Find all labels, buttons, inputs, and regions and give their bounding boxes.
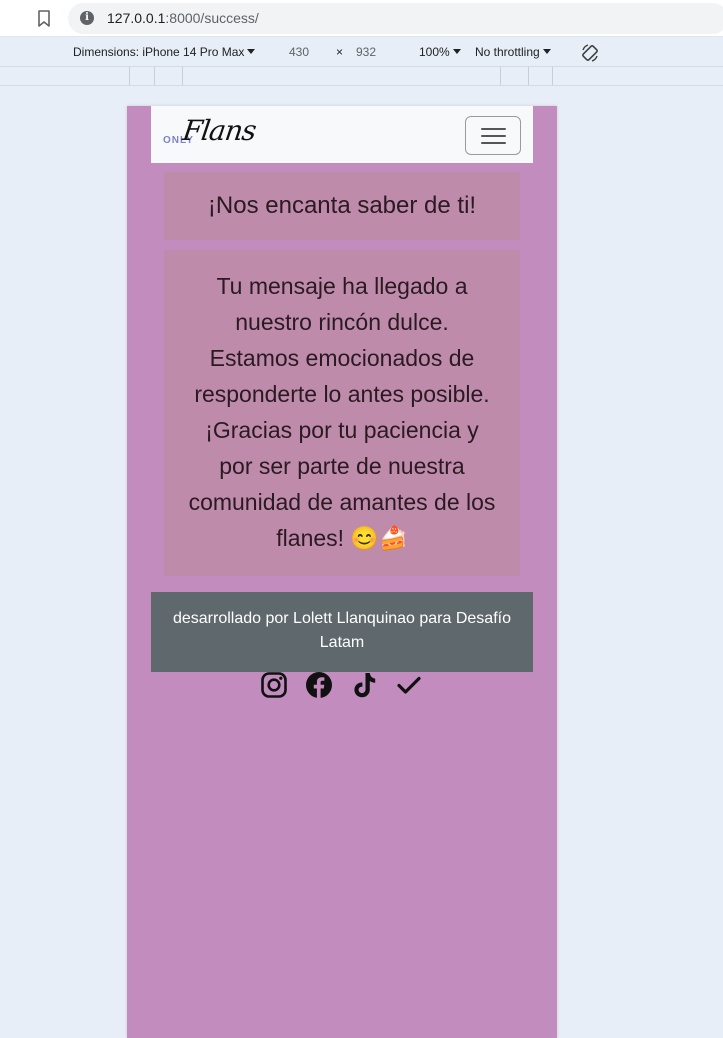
instagram-icon[interactable] [260, 671, 288, 699]
times-sign: × [336, 45, 344, 59]
width-input[interactable]: 430 [289, 45, 309, 59]
hamburger-line [481, 142, 506, 144]
bookmark-icon[interactable] [37, 10, 51, 27]
device-viewport: ONLY Flans ¡Nos encanta saber de ti! Tu … [127, 106, 557, 1038]
dimensions-select[interactable]: Dimensions: iPhone 14 Pro Max [73, 45, 256, 59]
facebook-icon[interactable] [305, 671, 333, 699]
hamburger-line [481, 135, 506, 137]
height-input[interactable]: 932 [356, 45, 376, 59]
media-query-ruler[interactable] [0, 66, 723, 86]
dimensions-label: Dimensions: iPhone 14 Pro Max [73, 45, 245, 59]
chevron-down-icon [452, 49, 461, 54]
zoom-label: 100% [419, 45, 450, 59]
zoom-select[interactable]: 100% [419, 45, 461, 59]
footer-credit: desarrollado por Lolett Llanquinao para … [151, 592, 533, 672]
ruler-tick [129, 67, 130, 85]
ruler-tick [528, 67, 529, 85]
chevron-down-icon [247, 49, 256, 54]
device-toolbar: Dimensions: iPhone 14 Pro Max 430 × 932 … [0, 37, 723, 66]
ruler-tick [552, 67, 553, 85]
check-icon[interactable] [395, 671, 423, 699]
browser-address-bar: i 127.0.0.1:8000/success/ [0, 0, 723, 37]
rotate-icon[interactable] [580, 43, 600, 63]
ruler-tick [500, 67, 501, 85]
url-text[interactable]: 127.0.0.1:8000/success/ [107, 10, 259, 26]
navbar-toggler-button[interactable] [465, 116, 521, 155]
throttling-label: No throttling [475, 45, 540, 59]
brand-script-text: Flans [180, 114, 258, 147]
social-links [127, 669, 557, 705]
hamburger-line [481, 128, 506, 130]
page-title: ¡Nos encanta saber de ti! [164, 172, 520, 240]
ruler-tick [154, 67, 155, 85]
navbar: ONLY Flans [151, 106, 533, 163]
url-path: :8000/success/ [165, 10, 259, 26]
tiktok-icon[interactable] [350, 671, 378, 699]
url-host: 127.0.0.1 [107, 10, 166, 26]
throttling-select[interactable]: No throttling [475, 45, 551, 59]
chevron-down-icon [542, 49, 551, 54]
site-info-icon[interactable]: i [80, 11, 94, 25]
success-message: Tu mensaje ha llegado a nuestro rincón d… [164, 250, 520, 576]
ruler-tick [182, 67, 183, 85]
